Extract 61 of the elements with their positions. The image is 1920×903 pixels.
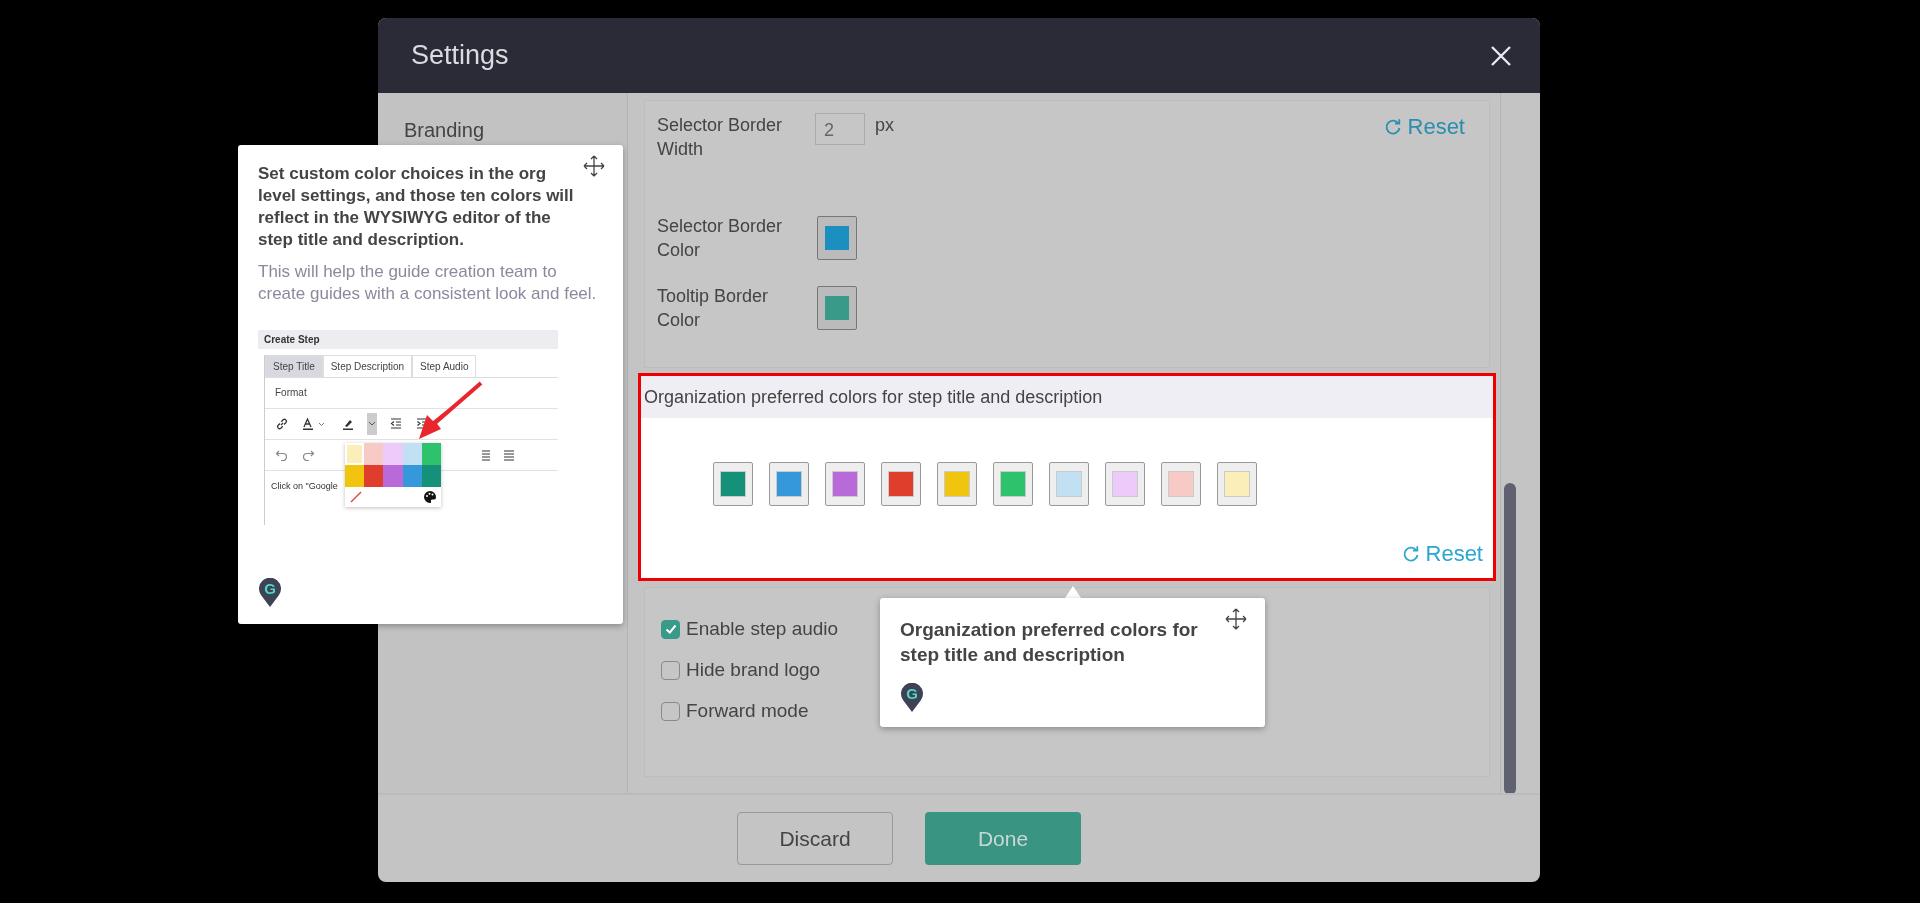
- palette-icon[interactable]: [423, 489, 437, 504]
- palette-color[interactable]: [383, 442, 403, 465]
- checkbox[interactable]: [661, 660, 680, 680]
- close-icon[interactable]: [1490, 44, 1512, 67]
- checkmark-icon: [663, 622, 678, 636]
- tooltip-title: Set custom color choices in the org level settings, and those ten colors will reflect in the WYSIWYG editor of the step title and description.: [258, 163, 575, 252]
- unit-label: px: [875, 115, 894, 136]
- reset-link[interactable]: Reset: [1401, 540, 1483, 568]
- link-icon[interactable]: [275, 416, 289, 431]
- tooltip-title: Organization preferred colors for step title and description: [900, 618, 1199, 667]
- dropdown-icon[interactable]: [367, 412, 377, 435]
- checkbox-label: Enable step audio: [686, 618, 839, 640]
- move-icon[interactable]: [1225, 608, 1247, 630]
- format-menu[interactable]: Format: [275, 387, 307, 399]
- setting-label: Selector Border Width: [657, 114, 784, 162]
- palette-color[interactable]: [421, 442, 441, 465]
- setting-label: Selector Border Color: [657, 214, 784, 262]
- color-swatch[interactable]: [1161, 462, 1201, 506]
- panel-title: Organization preferred colors for step title and description: [644, 386, 1103, 408]
- setting-label: Tooltip Border Color: [657, 285, 770, 333]
- sidebar-item[interactable]: Branding: [404, 119, 485, 142]
- palette-color[interactable]: [383, 464, 403, 487]
- editor-tab[interactable]: Step Description: [322, 354, 413, 377]
- color-swatch[interactable]: [937, 462, 977, 506]
- color-picker[interactable]: [817, 286, 857, 331]
- number-field[interactable]: 2: [815, 113, 865, 145]
- color-swatch[interactable]: [993, 462, 1033, 506]
- screenshot-title: Create Step: [264, 333, 320, 345]
- color-swatch[interactable]: [1049, 462, 1089, 506]
- outdent-icon[interactable]: [389, 416, 403, 431]
- window-title: Settings: [411, 40, 509, 71]
- logo-icon: G: [258, 578, 282, 608]
- logo-icon: G: [900, 683, 924, 713]
- discard-button[interactable]: Discard: [737, 812, 893, 865]
- color-picker[interactable]: [817, 215, 857, 260]
- reset-icon: [1383, 118, 1402, 136]
- color-swatch[interactable]: [769, 462, 809, 506]
- checkbox-label: Forward mode: [686, 700, 809, 722]
- color-swatch[interactable]: [1217, 462, 1257, 506]
- checkbox-label: Hide brand logo: [686, 659, 821, 681]
- editor-tab[interactable]: Step Audio: [412, 354, 477, 377]
- color-swatch[interactable]: [825, 462, 865, 506]
- palette-color[interactable]: [364, 464, 384, 487]
- scrollbar-thumb[interactable]: [1504, 483, 1516, 795]
- color-swatch[interactable]: [713, 462, 753, 506]
- tooltip-text: This will help the guide creation team to create guides with a consistent look and feel.: [258, 261, 598, 306]
- checkbox[interactable]: [661, 619, 680, 639]
- checkbox[interactable]: [661, 701, 680, 721]
- justify-icon[interactable]: [503, 448, 515, 461]
- reset-icon: [1401, 545, 1420, 563]
- move-icon[interactable]: [583, 155, 605, 177]
- editor-text: Click on "Google: [271, 480, 338, 491]
- color-swatch[interactable]: [881, 462, 921, 506]
- palette-color[interactable]: [345, 464, 365, 487]
- palette-color[interactable]: [345, 442, 365, 465]
- editor-tab[interactable]: Step Title: [265, 354, 323, 377]
- no-color-icon[interactable]: [349, 489, 363, 504]
- color-swatch[interactable]: [1105, 462, 1145, 506]
- align-icon[interactable]: [479, 448, 491, 461]
- palette-color[interactable]: [364, 442, 384, 465]
- palette-color[interactable]: [402, 442, 422, 465]
